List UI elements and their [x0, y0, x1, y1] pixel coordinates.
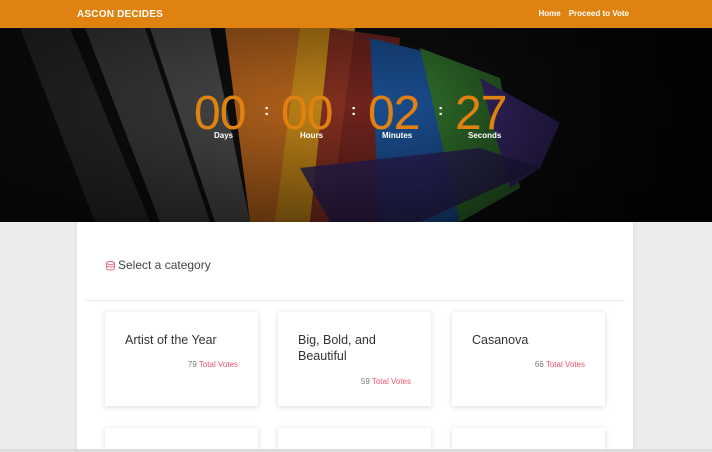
countdown-hours-label: Hours	[300, 131, 324, 140]
category-name: Artist of the Year	[125, 333, 217, 347]
category-votes: 59 Total Votes	[361, 377, 411, 386]
category-panel-title-text: Select a category	[118, 258, 211, 272]
vote-label: Total Votes	[371, 377, 411, 386]
category-card-artist-of-the-year[interactable]: Artist of the Year 79 Total Votes	[105, 312, 258, 406]
category-name: Casanova	[472, 333, 529, 347]
brand-logo[interactable]: ASCON DECIDES	[77, 9, 163, 20]
category-votes: 79 Total Votes	[188, 360, 238, 369]
category-panel-title: Select a category	[106, 258, 211, 272]
vote-label: Total Votes	[198, 360, 238, 369]
category-name: Big, Bold, and Beautiful	[298, 333, 376, 363]
countdown-separator: :	[351, 102, 357, 119]
hero-banner: 00 : 00 : 02 : 27 Days Hours Minutes Sec…	[0, 28, 712, 222]
nav-proceed-to-vote-link[interactable]: Proceed to Vote	[569, 9, 629, 18]
divider	[85, 300, 625, 301]
countdown-seconds-label: Seconds	[468, 131, 502, 140]
category-panel: Select a category Artist of the Year 79 …	[77, 222, 633, 452]
vote-count: 66	[534, 360, 544, 369]
category-votes: 66 Total Votes	[535, 360, 585, 369]
countdown-separator: :	[438, 102, 444, 119]
countdown-timer: 00 : 00 : 02 : 27 Days Hours Minutes Sec…	[192, 90, 522, 150]
nav-home-link[interactable]: Home	[538, 9, 560, 18]
category-card-casanova[interactable]: Casanova 66 Total Votes	[452, 312, 605, 406]
nav-links: Home Proceed to Vote	[538, 9, 629, 18]
countdown-separator: :	[264, 102, 270, 119]
countdown-minutes-label: Minutes	[382, 131, 413, 140]
top-navbar: ASCON DECIDES Home Proceed to Vote	[0, 0, 712, 28]
vote-count: 59	[360, 377, 370, 386]
database-icon	[106, 260, 115, 271]
vote-count: 79	[187, 360, 197, 369]
vote-label: Total Votes	[545, 360, 585, 369]
category-card-big-bold-and-beautiful[interactable]: Big, Bold, and Beautiful 59 Total Votes	[278, 312, 431, 406]
countdown-days-label: Days	[214, 131, 234, 140]
